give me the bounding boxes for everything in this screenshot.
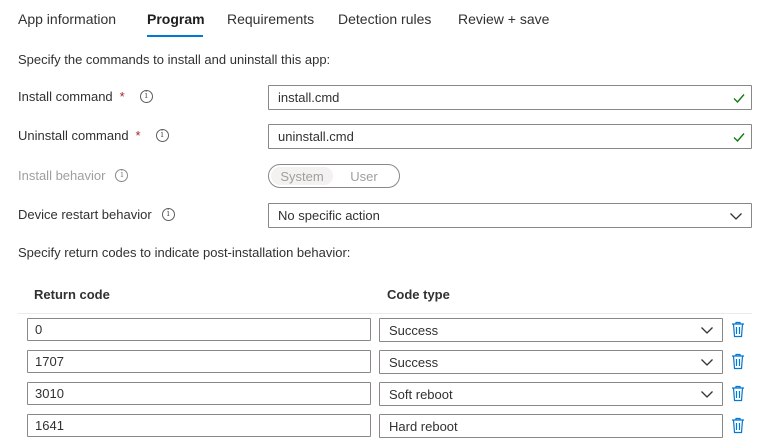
install-behavior-label: Install behavior bbox=[18, 168, 106, 183]
code-type-value: Hard reboot bbox=[389, 418, 458, 434]
chevron-down-icon bbox=[701, 391, 713, 398]
return-code-input[interactable]: 0 bbox=[27, 318, 371, 341]
tab-bar: App information Program Requirements Det… bbox=[0, 0, 761, 40]
toggle-option-user: User bbox=[350, 168, 378, 184]
required-marker: * bbox=[119, 89, 125, 104]
install-command-label-row: Install command * i bbox=[18, 89, 153, 104]
install-command-value: install.cmd bbox=[278, 90, 340, 105]
delete-icon[interactable] bbox=[731, 417, 745, 434]
delete-icon[interactable] bbox=[731, 321, 745, 338]
code-type-value: Soft reboot bbox=[389, 386, 453, 402]
delete-icon[interactable] bbox=[731, 353, 745, 370]
uninstall-command-label-row: Uninstall command * i bbox=[18, 128, 169, 143]
restart-behavior-label-row: Device restart behavior i bbox=[18, 207, 175, 222]
uninstall-command-input[interactable]: uninstall.cmd bbox=[268, 124, 752, 149]
column-header-code-type[interactable]: Code type bbox=[387, 287, 450, 302]
chevron-down-icon bbox=[701, 359, 713, 366]
code-type-dropdown[interactable]: Soft reboot bbox=[379, 382, 723, 406]
code-type-dropdown[interactable]: Success bbox=[379, 318, 723, 342]
tab-review-save[interactable]: Review + save bbox=[458, 11, 549, 27]
restart-behavior-value: No specific action bbox=[278, 208, 380, 223]
required-marker: * bbox=[135, 128, 141, 143]
chevron-down-icon bbox=[730, 212, 742, 220]
return-codes-instructions: Specify return codes to indicate post-in… bbox=[18, 245, 351, 260]
info-icon[interactable]: i bbox=[155, 129, 169, 142]
code-type-value: Success bbox=[389, 354, 439, 370]
info-icon[interactable]: i bbox=[161, 208, 175, 221]
checkmark-icon bbox=[733, 132, 745, 142]
restart-behavior-dropdown[interactable]: No specific action bbox=[268, 203, 752, 228]
toggle-option-system: System bbox=[271, 167, 333, 185]
install-behavior-label-row: Install behavior i bbox=[18, 168, 129, 183]
info-icon[interactable]: i bbox=[115, 169, 129, 182]
tab-program[interactable]: Program bbox=[147, 11, 205, 27]
tab-requirements[interactable]: Requirements bbox=[227, 11, 314, 27]
install-command-label: Install command bbox=[18, 89, 113, 104]
code-type-dropdown[interactable]: Success bbox=[379, 350, 723, 374]
chevron-down-icon bbox=[701, 327, 713, 334]
column-header-return-code[interactable]: Return code bbox=[34, 287, 110, 302]
restart-behavior-label: Device restart behavior bbox=[18, 207, 152, 222]
install-behavior-toggle: System User bbox=[268, 164, 400, 188]
return-code-input[interactable]: 3010 bbox=[27, 382, 371, 405]
active-tab-indicator bbox=[147, 35, 203, 37]
uninstall-command-value: uninstall.cmd bbox=[278, 129, 354, 144]
uninstall-command-label: Uninstall command bbox=[18, 128, 129, 143]
info-icon[interactable]: i bbox=[139, 90, 153, 103]
delete-icon[interactable] bbox=[731, 385, 745, 402]
grid-divider bbox=[18, 313, 752, 314]
tab-app-information[interactable]: App information bbox=[18, 11, 116, 27]
code-type-dropdown[interactable]: Hard reboot bbox=[379, 414, 723, 438]
checkmark-icon bbox=[733, 93, 745, 103]
return-code-input[interactable]: 1641 bbox=[27, 414, 371, 437]
install-command-input[interactable]: install.cmd bbox=[268, 85, 752, 110]
intro-text: Specify the commands to install and unin… bbox=[18, 52, 331, 67]
return-code-input[interactable]: 1707 bbox=[27, 350, 371, 373]
tab-detection-rules[interactable]: Detection rules bbox=[338, 11, 431, 27]
code-type-value: Success bbox=[389, 322, 439, 338]
